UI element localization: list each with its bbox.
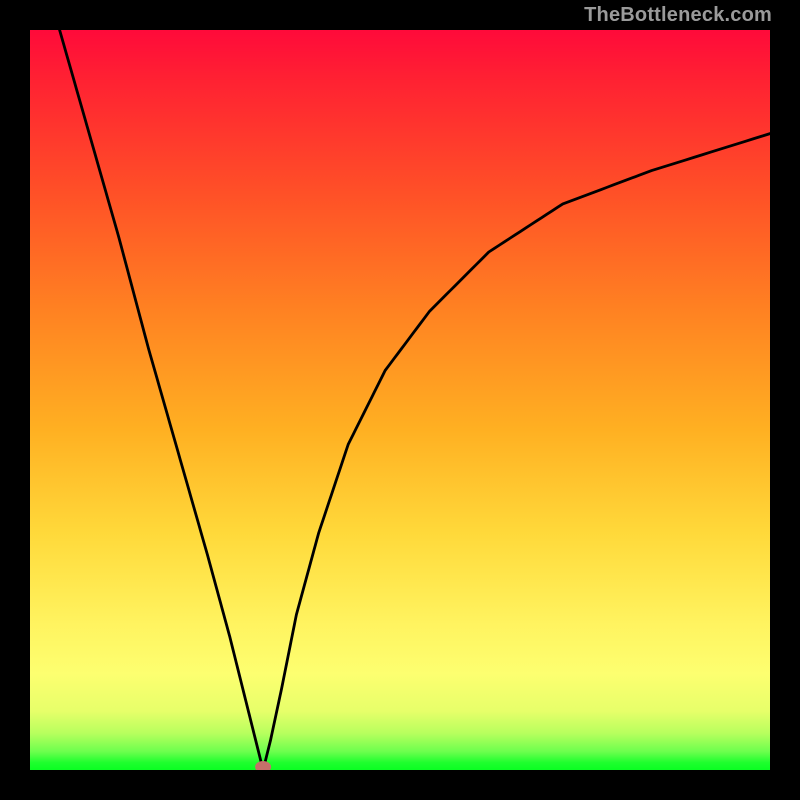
watermark-label: TheBottleneck.com (584, 4, 772, 27)
chart-gradient-area (30, 30, 770, 770)
optimal-point-marker (255, 761, 271, 770)
bottleneck-curve (60, 30, 770, 770)
chart-svg (30, 30, 770, 770)
chart-frame: TheBottleneck.com (0, 0, 800, 800)
